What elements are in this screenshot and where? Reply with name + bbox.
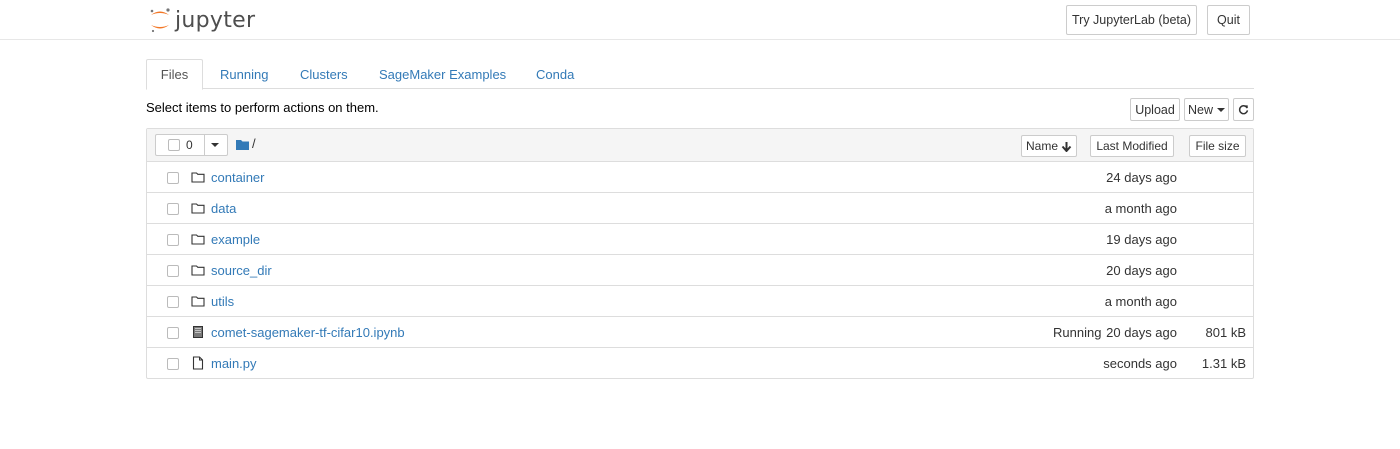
file-list-header: 0 / Name Last Modified File size <box>147 129 1253 162</box>
refresh-icon <box>1238 105 1249 115</box>
tab-conda[interactable]: Conda <box>536 59 574 89</box>
folder-icon <box>191 172 205 183</box>
row-checkbox[interactable] <box>167 172 179 184</box>
tab-clusters[interactable]: Clusters <box>300 59 348 89</box>
folder-icon <box>191 296 205 307</box>
logo-text: jupyter <box>175 7 256 33</box>
select-all-group[interactable]: 0 <box>155 134 228 156</box>
top-header: jupyter Try JupyterLab (beta) Quit <box>0 0 1400 40</box>
last-modified: 19 days ago <box>1106 232 1177 247</box>
file-row[interactable]: data a month ago <box>147 193 1253 224</box>
file-row[interactable]: container 24 days ago <box>147 162 1253 193</box>
try-jupyterlab-button[interactable]: Try JupyterLab (beta) <box>1066 5 1197 35</box>
file-row[interactable]: utils a month ago <box>147 286 1253 317</box>
select-all-checkbox[interactable] <box>168 139 180 151</box>
row-checkbox[interactable] <box>167 296 179 308</box>
last-modified: 20 days ago <box>1106 325 1177 340</box>
folder-icon <box>191 203 205 214</box>
new-button-label: New <box>1187 102 1213 117</box>
quit-button[interactable]: Quit <box>1207 5 1250 35</box>
file-name-link[interactable]: data <box>211 201 236 216</box>
main-tabs: Files Running Clusters SageMaker Example… <box>146 59 1254 90</box>
folder-icon <box>191 265 205 276</box>
last-modified: a month ago <box>1104 294 1177 309</box>
row-checkbox[interactable] <box>167 327 179 339</box>
sort-by-name-button[interactable]: Name <box>1021 135 1077 157</box>
row-checkbox[interactable] <box>167 358 179 370</box>
file-name-link[interactable]: comet-sagemaker-tf-cifar10.ipynb <box>211 325 405 340</box>
upload-button[interactable]: Upload <box>1130 98 1180 121</box>
file-row[interactable]: example 19 days ago <box>147 224 1253 255</box>
last-modified: seconds ago <box>1103 356 1177 371</box>
file-name-link[interactable]: source_dir <box>211 263 272 278</box>
row-checkbox[interactable] <box>167 234 179 246</box>
file-row[interactable]: source_dir 20 days ago <box>147 255 1253 286</box>
breadcrumb-root[interactable]: / <box>252 136 256 151</box>
selected-count: 0 <box>186 138 193 152</box>
tab-files[interactable]: Files <box>146 59 203 90</box>
notebook-icon <box>193 326 203 338</box>
sort-by-modified-button[interactable]: Last Modified <box>1090 135 1174 157</box>
folder-icon <box>191 234 205 245</box>
select-menu-caret-icon[interactable] <box>211 143 219 147</box>
jupyter-logo[interactable]: jupyter <box>148 4 255 36</box>
last-modified: a month ago <box>1104 201 1177 216</box>
file-name-link[interactable]: example <box>211 232 260 247</box>
refresh-button[interactable] <box>1233 98 1254 121</box>
file-icon <box>192 356 204 370</box>
file-row[interactable]: main.py seconds ago 1.31 kB <box>147 348 1253 379</box>
file-row[interactable]: comet-sagemaker-tf-cifar10.ipynb Running 2… <box>147 317 1253 348</box>
jupyter-logo-icon <box>150 8 170 33</box>
caret-down-icon <box>1217 107 1225 112</box>
divider <box>204 135 205 155</box>
running-status: Running <box>1053 325 1102 340</box>
tab-running[interactable]: Running <box>220 59 268 89</box>
tab-sagemaker-examples[interactable]: SageMaker Examples <box>379 59 506 89</box>
folder-icon[interactable] <box>236 139 249 150</box>
file-size: 1.31 kB <box>1201 356 1246 371</box>
row-checkbox[interactable] <box>167 203 179 215</box>
file-list: 0 / Name Last Modified File size contain… <box>146 128 1254 379</box>
last-modified: 24 days ago <box>1106 170 1177 185</box>
last-modified: 20 days ago <box>1106 263 1177 278</box>
file-name-link[interactable]: main.py <box>211 356 257 371</box>
sort-name-label: Name <box>1025 139 1058 153</box>
selection-hint: Select items to perform actions on them. <box>146 100 379 115</box>
file-name-link[interactable]: container <box>211 170 264 185</box>
sort-by-size-button[interactable]: File size <box>1189 135 1246 157</box>
arrow-down-icon <box>1061 141 1072 152</box>
row-checkbox[interactable] <box>167 265 179 277</box>
new-dropdown-button[interactable]: New <box>1184 98 1229 121</box>
file-name-link[interactable]: utils <box>211 294 234 309</box>
file-size: 801 kB <box>1205 325 1246 340</box>
